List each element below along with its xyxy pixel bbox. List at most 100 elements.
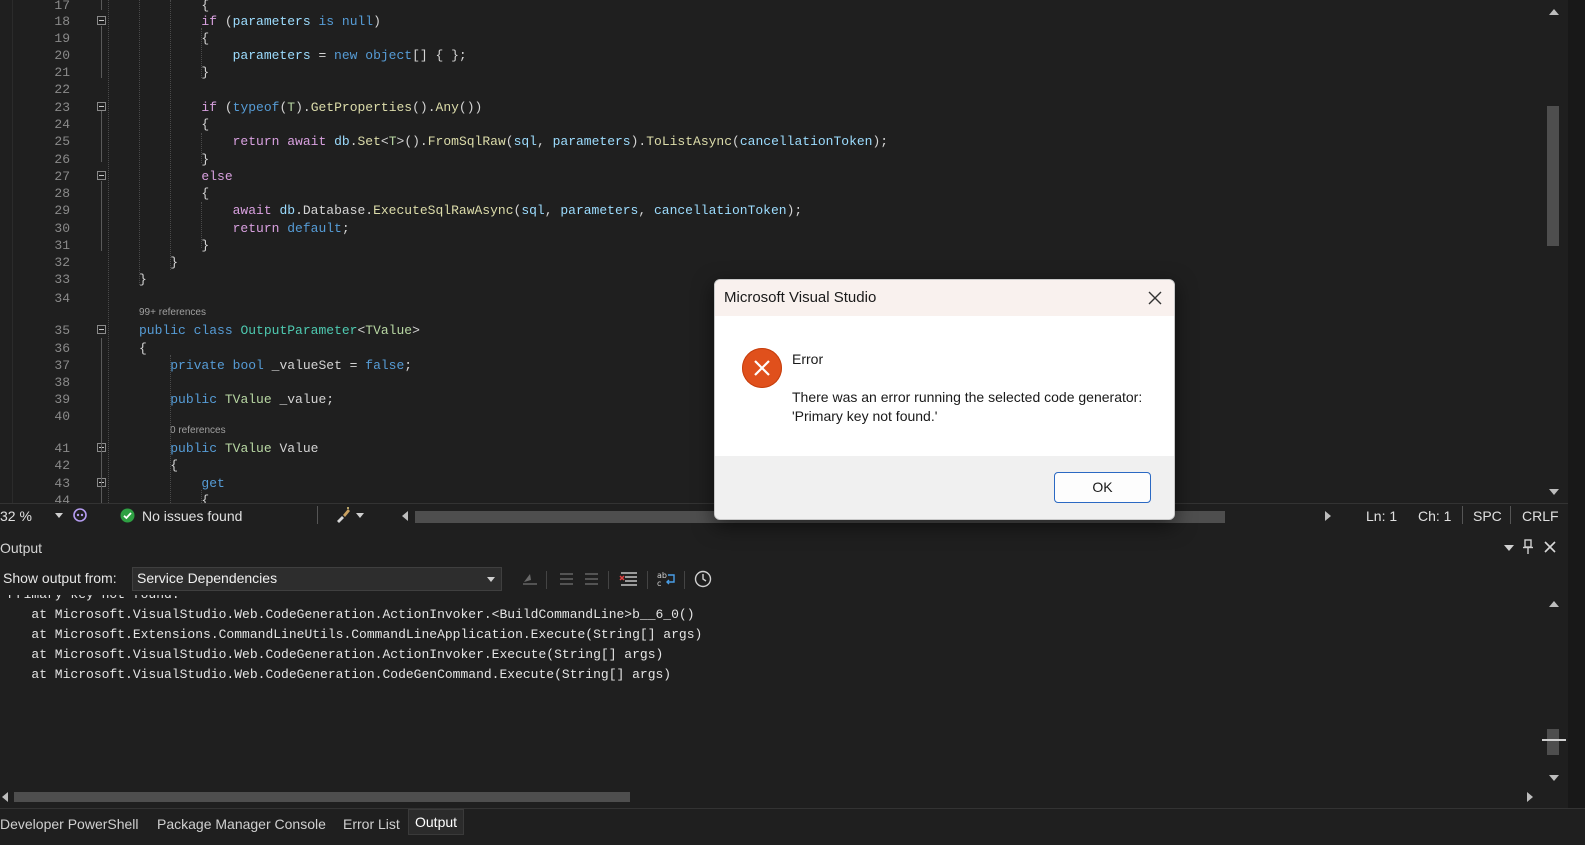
line-number: 41 [54, 441, 70, 456]
code-text: { [139, 0, 209, 14]
code-line[interactable]: 22 [0, 81, 1540, 98]
code-token: ( [505, 134, 514, 149]
code-line[interactable]: 26 } [0, 151, 1540, 168]
scroll-right-arrow-icon[interactable] [1527, 792, 1533, 802]
output-horizontal-thumb[interactable] [14, 792, 630, 802]
scroll-up-arrow-icon[interactable] [1549, 601, 1559, 607]
output-line: at Microsoft.VisualStudio.Web.CodeGenera… [8, 647, 664, 662]
collapse-icon[interactable] [97, 16, 106, 25]
line-number: 29 [54, 203, 70, 218]
scroll-left-arrow-icon[interactable] [2, 792, 8, 802]
scroll-left-arrow-icon[interactable] [402, 511, 408, 521]
dialog-heading: Error [792, 351, 824, 367]
previous-message-icon[interactable] [556, 570, 576, 588]
bottom-tool-tabs: Developer PowerShell Package Manager Con… [0, 808, 1585, 845]
code-line[interactable]: 18 if (parameters is null) [0, 13, 1540, 30]
output-source-value: Service Dependencies [137, 570, 278, 586]
clock-icon[interactable] [693, 570, 713, 588]
code-cleanup-brush-icon[interactable] [334, 506, 352, 527]
output-vertical-scrollbar[interactable] [1540, 595, 1568, 788]
ok-button[interactable]: OK [1054, 472, 1151, 503]
code-line[interactable]: 25 return await db.Set<T>().FromSqlRaw(s… [0, 133, 1540, 150]
code-line[interactable]: 27 else [0, 168, 1540, 185]
svg-text:c: c [657, 579, 661, 588]
code-lens-references[interactable]: 0 references [170, 425, 226, 439]
close-icon[interactable] [1543, 540, 1557, 557]
tab-package-manager-console[interactable]: Package Manager Console [151, 812, 332, 836]
editor-vertical-scrollbar[interactable] [1540, 0, 1568, 503]
code-token: sql [513, 134, 537, 149]
tab-output[interactable]: Output [408, 809, 465, 835]
scroll-down-arrow-icon[interactable] [1549, 775, 1559, 781]
chevron-down-icon[interactable] [356, 513, 364, 518]
line-number-indicator[interactable]: Ln: 1 [1366, 508, 1397, 524]
close-icon[interactable] [1145, 288, 1165, 308]
code-token: parameters [560, 203, 639, 218]
zoom-level[interactable]: 32 % [0, 508, 32, 524]
issues-status[interactable]: No issues found [142, 508, 242, 524]
code-token: object [365, 48, 413, 63]
code-token: null [341, 14, 374, 29]
code-line[interactable]: 32 } [0, 254, 1540, 271]
chevron-down-icon[interactable] [487, 577, 495, 582]
code-token: parameters [232, 14, 311, 29]
dialog-titlebar[interactable]: Microsoft Visual Studio [715, 280, 1174, 316]
code-line[interactable]: 20 parameters = new object[] { }; [0, 47, 1540, 64]
copilot-icon[interactable] [72, 507, 88, 526]
indent-guide [201, 202, 202, 248]
char-indicator[interactable]: Ch: 1 [1418, 508, 1451, 524]
collapse-icon[interactable] [97, 171, 106, 180]
code-token: ) [373, 14, 381, 29]
code-line[interactable]: 17 { [0, 0, 1540, 14]
collapse-icon[interactable] [97, 102, 106, 111]
editor-scroll-thumb[interactable] [1547, 106, 1559, 246]
line-ending-indicator[interactable]: CRLF [1522, 508, 1559, 524]
collapse-icon[interactable] [97, 325, 106, 334]
code-line[interactable]: 30 return default; [0, 220, 1540, 237]
code-line[interactable]: 21 } [0, 64, 1540, 81]
output-text-area[interactable]: Primary key not found. at Microsoft.Visu… [0, 595, 1540, 795]
clear-all-icon[interactable] [619, 570, 639, 588]
code-lens-references[interactable]: 99+ references [139, 307, 206, 321]
code-line[interactable]: 31 } [0, 237, 1540, 254]
code-token: TValue [224, 392, 272, 407]
pin-icon[interactable] [1522, 539, 1534, 558]
dialog-message-detail: 'Primary key not found.' [792, 408, 938, 424]
chevron-down-icon[interactable] [55, 513, 63, 518]
scroll-down-arrow-icon[interactable] [1549, 489, 1559, 495]
line-number: 28 [54, 186, 70, 201]
output-scroll-thumb[interactable] [1547, 729, 1559, 755]
code-text: get [139, 475, 224, 492]
toolbar-separator [546, 571, 547, 589]
next-message-icon[interactable] [582, 570, 602, 588]
code-token: parameters [232, 48, 311, 63]
output-panel: Output Show output from: Service Depende… [0, 535, 1568, 808]
line-number: 21 [54, 65, 70, 80]
scroll-right-arrow-icon[interactable] [1325, 511, 1331, 521]
output-line: at Microsoft.VisualStudio.Web.CodeGenera… [8, 607, 695, 622]
code-token: FromSqlRaw [427, 134, 506, 149]
output-source-select[interactable]: Service Dependencies [132, 567, 502, 591]
code-text: else [139, 168, 232, 185]
tab-error-list[interactable]: Error List [337, 812, 406, 836]
output-horizontal-scrollbar[interactable] [0, 788, 1540, 806]
code-text: } [139, 64, 209, 81]
panel-dropdown-icon[interactable] [1504, 545, 1514, 551]
code-text: { [139, 30, 209, 47]
code-text: await db.Database.ExecuteSqlRawAsync(sql… [139, 202, 803, 219]
whitespace-indicator[interactable]: SPC [1473, 508, 1502, 524]
code-line[interactable]: 19 { [0, 30, 1540, 47]
scroll-up-arrow-icon[interactable] [1549, 9, 1559, 15]
code-line[interactable]: 24 { [0, 116, 1540, 133]
code-line[interactable]: 29 await db.Database.ExecuteSqlRawAsync(… [0, 202, 1540, 219]
tab-developer-powershell[interactable]: Developer PowerShell [0, 812, 145, 836]
fold-rail [101, 181, 102, 251]
code-line[interactable]: 28 { [0, 185, 1540, 202]
code-line[interactable]: 23 if (typeof(T).GetProperties().Any()) [0, 99, 1540, 116]
code-token: { [139, 458, 179, 473]
find-message-in-code-icon[interactable] [520, 570, 540, 588]
word-wrap-icon[interactable]: ab c [656, 570, 676, 588]
code-token: [] { }; [412, 48, 467, 63]
